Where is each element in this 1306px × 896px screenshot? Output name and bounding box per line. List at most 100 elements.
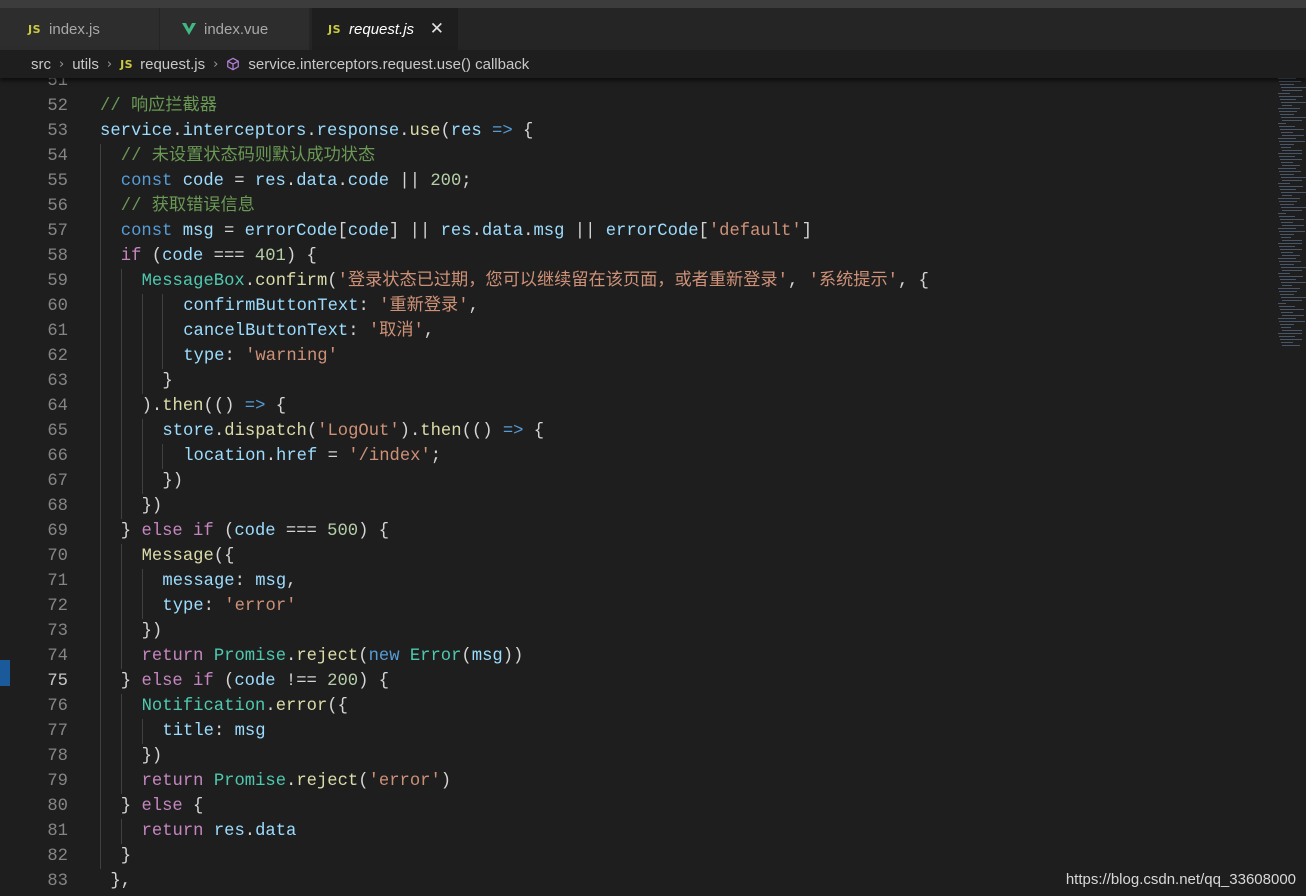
code-token: 'error'	[224, 597, 297, 616]
code-line[interactable]: 58 if (code === 401) {	[0, 244, 1270, 269]
close-icon[interactable]: ✕	[430, 19, 444, 39]
code-token: ).	[399, 422, 421, 441]
minimap-line	[1279, 276, 1303, 277]
code-line[interactable]: 52 // 响应拦截器	[0, 94, 1270, 119]
code-line[interactable]: 65 store.dispatch('LogOut').then(() => {	[0, 419, 1270, 444]
code-token: Promise	[213, 772, 287, 791]
code-token: const	[120, 222, 173, 241]
code-token: then	[420, 422, 462, 441]
js-file-icon: JS	[120, 57, 134, 71]
code-token: }	[120, 847, 132, 866]
code-text: title: msg	[162, 719, 265, 744]
minimap[interactable]	[1276, 78, 1306, 378]
tab-request-js[interactable]: JS request.js ✕	[312, 8, 459, 50]
code-line[interactable]: 63}	[0, 369, 1270, 394]
breadcrumb-item-src[interactable]: src	[31, 56, 51, 73]
code-text: location.href = '/index';	[183, 444, 441, 469]
code-line[interactable]: 72 type: 'error'	[0, 594, 1270, 619]
code-line[interactable]: 51	[0, 78, 1270, 94]
code-text: return res.data	[142, 819, 297, 844]
code-token: errorCode	[605, 222, 699, 241]
indent-guide	[141, 344, 143, 369]
code-token: ({	[213, 547, 235, 566]
code-token: =	[317, 447, 349, 466]
code-line[interactable]: 53 service.interceptors.response.use(res …	[0, 119, 1270, 144]
code-line[interactable]: 71 message: msg,	[0, 569, 1270, 594]
line-number: 55	[47, 172, 68, 191]
tab-label: request.js	[349, 20, 415, 38]
code-token: ).	[141, 397, 163, 416]
code-line[interactable]: 67})	[0, 469, 1270, 494]
code-token: [	[337, 222, 348, 241]
code-token: :	[224, 347, 246, 366]
indent-guide	[100, 344, 101, 369]
indent-guide	[141, 594, 143, 619]
breadcrumb-item-file[interactable]: request.js	[140, 56, 205, 73]
code-line[interactable]: 68})	[0, 494, 1270, 519]
line-number: 77	[47, 722, 68, 741]
code-line[interactable]: 60 confirmButtonText: '重新登录',	[0, 294, 1270, 319]
indent-guide	[120, 594, 122, 619]
code-token: then	[162, 397, 204, 416]
code-token: return	[141, 647, 204, 666]
code-line[interactable]: 62 type: 'warning'	[0, 344, 1270, 369]
minimap-line	[1278, 108, 1300, 109]
code-line[interactable]: 79 return Promise.reject('error')	[0, 769, 1270, 794]
minimap-line	[1278, 123, 1286, 124]
line-number: 78	[47, 747, 68, 766]
code-line[interactable]: 80} else {	[0, 794, 1270, 819]
code-token: '登录状态已过期，您可以继续留在该页面，或者重新登录'	[337, 272, 788, 291]
minimap-line	[1281, 252, 1293, 253]
code-line[interactable]: 73})	[0, 619, 1270, 644]
code-line[interactable]: 76 Notification.error({	[0, 694, 1270, 719]
code-text: message: msg,	[162, 569, 296, 594]
code-line[interactable]: 59 MessageBox.confirm('登录状态已过期，您可以继续留在该页面…	[0, 269, 1270, 294]
code-line[interactable]: 55 const code = res.data.code || 200;	[0, 169, 1270, 194]
code-line[interactable]: 75} else if (code !== 200) {	[0, 669, 1270, 694]
indent-guide	[100, 269, 101, 294]
indent-guide	[141, 419, 143, 444]
breadcrumb-item-symbol[interactable]: service.interceptors.request.use() callb…	[248, 56, 529, 73]
code-token: ) {	[285, 247, 317, 266]
code-token: (	[440, 122, 451, 141]
code-token: (	[358, 647, 369, 666]
code-token: msg	[234, 722, 266, 741]
indent-guide	[100, 694, 101, 719]
minimap-line	[1280, 339, 1302, 340]
code-line[interactable]: 57 const msg = errorCode[code] || res.dat…	[0, 219, 1270, 244]
code-editor[interactable]: 51 52// 响应拦截器 53 service.interceptors.respo…	[0, 78, 1306, 896]
code-token: ,	[468, 297, 479, 316]
code-line[interactable]: 56 // 获取错误信息	[0, 194, 1270, 219]
code-token: title	[162, 722, 214, 741]
code-token: :	[348, 322, 369, 341]
tab-index-js[interactable]: JS index.js	[12, 8, 160, 50]
breadcrumb-item-utils[interactable]: utils	[72, 56, 99, 73]
code-line[interactable]: 82}	[0, 844, 1270, 869]
code-line[interactable]: 74 return Promise.reject(new Error(msg))	[0, 644, 1270, 669]
code-line[interactable]: 70 Message({	[0, 544, 1270, 569]
code-lines[interactable]: 51 52// 响应拦截器 53 service.interceptors.respo…	[0, 78, 1270, 894]
code-token: 'warning'	[245, 347, 338, 366]
code-token: Notification	[141, 697, 266, 716]
minimap-line	[1280, 144, 1294, 145]
tab-index-vue[interactable]: index.vue	[160, 8, 310, 50]
minimap-line	[1279, 336, 1295, 337]
code-token: confirmButtonText	[183, 297, 359, 316]
code-line[interactable]: 64).then(() => {	[0, 394, 1270, 419]
code-token: dispatch	[224, 422, 307, 441]
code-line[interactable]: 61 cancelButtonText: '取消',	[0, 319, 1270, 344]
code-line[interactable]: 54 // 未设置状态码则默认成功状态	[0, 144, 1270, 169]
code-line[interactable]: 66 location.href = '/index';	[0, 444, 1270, 469]
code-token: // 响应拦截器	[100, 97, 217, 116]
indent-guide	[100, 194, 101, 219]
code-line[interactable]: 81 return res.data	[0, 819, 1270, 844]
indent-guide	[100, 294, 101, 319]
code-line[interactable]: 77 title: msg	[0, 719, 1270, 744]
line-number: 58	[47, 247, 68, 266]
code-line[interactable]: 69} else if (code === 500) {	[0, 519, 1270, 544]
code-token: , {	[897, 272, 929, 291]
code-line[interactable]: 78})	[0, 744, 1270, 769]
indent-guide	[100, 169, 101, 194]
